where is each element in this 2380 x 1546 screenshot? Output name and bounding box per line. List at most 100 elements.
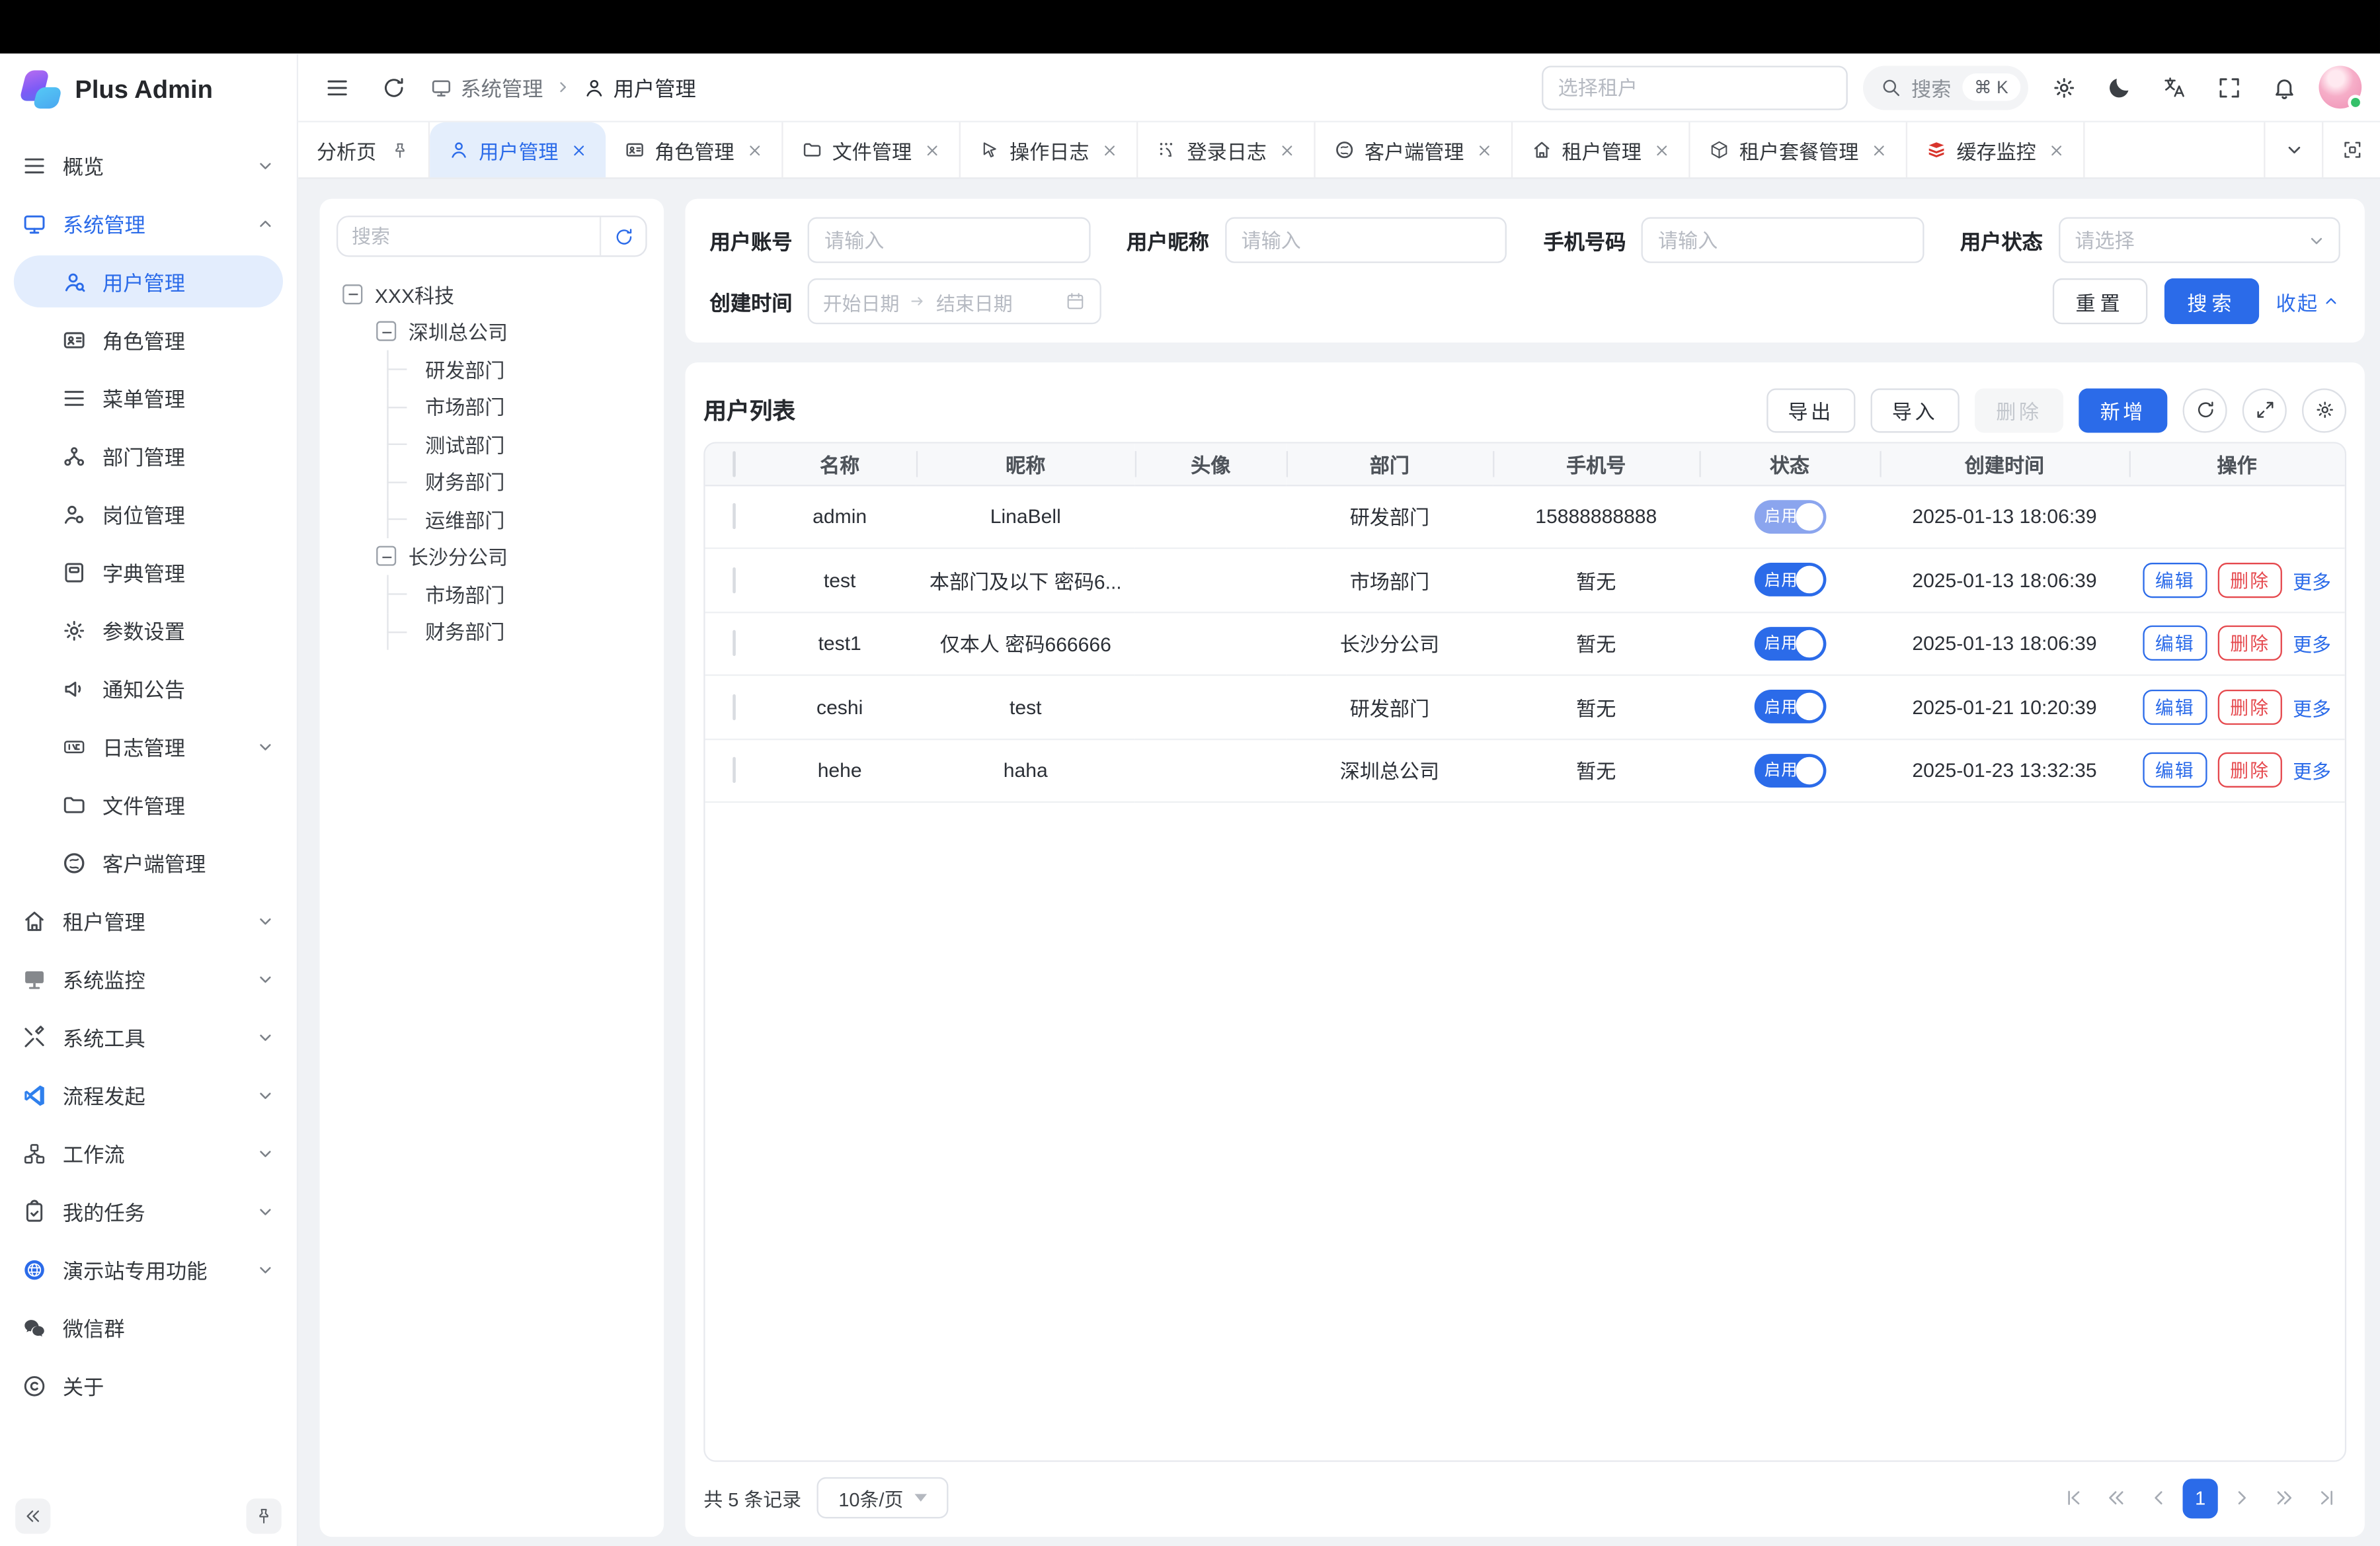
logo[interactable]: Plus Admin	[0, 54, 297, 127]
tree-node[interactable]: 研发部门	[337, 350, 647, 388]
select-all-checkbox[interactable]	[733, 451, 736, 477]
sidebar-pin-button[interactable]	[246, 1498, 281, 1533]
sidebar-item[interactable]: 系统管理	[0, 194, 297, 253]
row-checkbox[interactable]	[733, 630, 736, 656]
table-expand-icon[interactable]	[2242, 387, 2287, 432]
sidebar-item[interactable]: 系统工具	[0, 1008, 297, 1066]
sidebar-item[interactable]: 字典管理	[0, 543, 297, 601]
breadcrumb-root[interactable]: 系统管理	[430, 72, 543, 102]
tree-node[interactable]: XXX科技	[337, 275, 647, 313]
status-toggle[interactable]: 启用	[1754, 627, 1826, 661]
next-page-button[interactable]	[2223, 1478, 2261, 1518]
sidebar-item[interactable]: 租户管理	[0, 891, 297, 950]
tree-node[interactable]: 长沙分公司	[337, 538, 647, 575]
tree-node[interactable]: 运维部门	[337, 500, 647, 538]
tree-expander-icon[interactable]	[342, 284, 362, 304]
prev-page-button[interactable]	[2140, 1478, 2178, 1518]
tree-node[interactable]: 深圳总公司	[337, 313, 647, 350]
more-button[interactable]: 更多	[2293, 629, 2331, 658]
status-toggle[interactable]: 启用	[1754, 500, 1826, 534]
tab[interactable]: 用户管理	[430, 122, 606, 177]
row-checkbox[interactable]	[733, 567, 736, 592]
sidebar-item[interactable]: 角色管理	[0, 310, 297, 368]
sidebar-item[interactable]: 参数设置	[0, 601, 297, 659]
sidebar-item[interactable]: 微信群	[0, 1298, 297, 1356]
tabs-dropdown-chevron-icon[interactable]	[2264, 122, 2322, 177]
tab[interactable]: 文件管理	[783, 122, 961, 177]
sidebar-item[interactable]: 流程发起	[0, 1066, 297, 1124]
sidebar-item[interactable]: 关于	[0, 1356, 297, 1414]
refresh-icon[interactable]	[374, 67, 413, 107]
filter-input[interactable]	[2059, 229, 2338, 252]
tree-node[interactable]: 市场部门	[337, 575, 647, 613]
sidebar-item[interactable]: 工作流	[0, 1124, 297, 1182]
add-button[interactable]: 新增	[2079, 387, 2167, 432]
status-toggle[interactable]: 启用	[1754, 690, 1826, 724]
tab-close-icon[interactable]	[924, 142, 941, 158]
global-search[interactable]: 搜索 ⌘ K	[1862, 65, 2028, 109]
tab[interactable]: 登录日志	[1138, 122, 1316, 177]
delete-button[interactable]: 删除	[2218, 753, 2282, 788]
tab-close-icon[interactable]	[1871, 142, 1887, 158]
tree-node[interactable]: 市场部门	[337, 387, 647, 425]
tab-close-icon[interactable]	[2048, 142, 2065, 158]
content-fullscreen-icon[interactable]	[2322, 122, 2380, 177]
hamburger-menu-icon[interactable]	[317, 67, 356, 107]
delete-button[interactable]: 删除	[2218, 626, 2282, 661]
filter-input[interactable]	[1226, 229, 1505, 252]
tab-close-icon[interactable]	[1101, 142, 1118, 158]
search-button[interactable]: 搜索	[2164, 278, 2259, 324]
tab-close-icon[interactable]	[571, 142, 587, 158]
fullscreen-icon[interactable]	[2209, 67, 2248, 107]
current-page-button[interactable]: 1	[2183, 1478, 2218, 1518]
delete-button[interactable]: 删除	[2218, 562, 2282, 597]
sidebar-item[interactable]: 菜单管理	[0, 368, 297, 427]
first-page-button[interactable]	[2054, 1478, 2092, 1518]
tree-node[interactable]: 财务部门	[337, 463, 647, 501]
more-button[interactable]: 更多	[2293, 756, 2331, 785]
edit-button[interactable]: 编辑	[2143, 626, 2207, 661]
filter-input[interactable]	[1643, 229, 1922, 252]
edit-button[interactable]: 编辑	[2143, 689, 2207, 724]
prev-pages-button[interactable]	[2097, 1478, 2135, 1518]
table-settings-gear-icon[interactable]	[2302, 387, 2346, 432]
tab[interactable]: 操作日志	[961, 122, 1138, 177]
tree-expander-icon[interactable]	[376, 321, 396, 341]
more-button[interactable]: 更多	[2293, 692, 2331, 721]
user-avatar[interactable]	[2319, 65, 2361, 108]
tree-node[interactable]: 财务部门	[337, 612, 647, 650]
dark-mode-moon-icon[interactable]	[2098, 67, 2138, 107]
edit-button[interactable]: 编辑	[2143, 562, 2207, 597]
sidebar-item[interactable]: 客户端管理	[0, 833, 297, 891]
status-toggle[interactable]: 启用	[1754, 563, 1826, 597]
tab-close-icon[interactable]	[1653, 142, 1670, 158]
sidebar-collapse-button[interactable]	[15, 1498, 50, 1533]
tree-expander-icon[interactable]	[376, 546, 396, 566]
tab-close-icon[interactable]	[1279, 142, 1295, 158]
sidebar-item[interactable]: 部门管理	[0, 427, 297, 485]
edit-button[interactable]: 编辑	[2143, 753, 2207, 788]
sidebar-item[interactable]: 系统监控	[0, 950, 297, 1008]
page-size-select[interactable]: 10条/页	[816, 1477, 948, 1518]
tab[interactable]: 租户管理	[1513, 122, 1690, 177]
more-button[interactable]: 更多	[2293, 565, 2331, 594]
sidebar-item[interactable]: 用户管理	[14, 255, 283, 307]
sidebar-item[interactable]: 通知公告	[0, 659, 297, 717]
tab[interactable]: 缓存监控	[1907, 122, 2084, 177]
sidebar-item[interactable]: 演示站专用功能	[0, 1240, 297, 1298]
reset-button[interactable]: 重置	[2053, 278, 2147, 324]
settings-gear-icon[interactable]	[2043, 67, 2083, 107]
last-page-button[interactable]	[2308, 1478, 2346, 1518]
row-checkbox[interactable]	[733, 694, 736, 719]
row-checkbox[interactable]	[733, 503, 736, 529]
tab[interactable]: 角色管理	[606, 122, 783, 177]
delete-button[interactable]: 删除	[1975, 387, 2063, 432]
tree-refresh-icon[interactable]	[600, 217, 645, 255]
filter-input[interactable]	[809, 229, 1088, 252]
tree-node[interactable]: 测试部门	[337, 425, 647, 463]
sidebar-item[interactable]: 概览	[0, 136, 297, 194]
tree-search-input[interactable]	[338, 225, 600, 247]
notification-bell-icon[interactable]	[2264, 67, 2303, 107]
sidebar-item[interactable]: 岗位管理	[0, 485, 297, 543]
row-checkbox[interactable]	[733, 757, 736, 783]
